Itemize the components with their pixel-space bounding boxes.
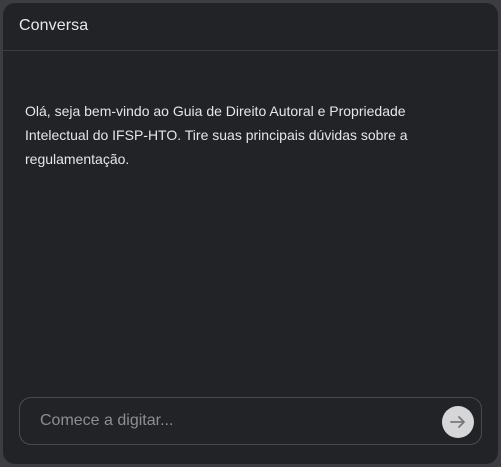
- arrow-right-icon: [448, 412, 468, 432]
- welcome-message: Olá, seja bem-vindo ao Guia de Direito A…: [25, 103, 408, 167]
- chat-title: Conversa: [19, 17, 89, 34]
- message-input[interactable]: [40, 398, 420, 444]
- chat-panel: Conversa Olá, seja bem-vindo ao Guia de …: [3, 3, 498, 464]
- chat-header: Conversa: [3, 3, 498, 51]
- message-list: Olá, seja bem-vindo ao Guia de Direito A…: [3, 51, 498, 391]
- message-composer: [19, 397, 482, 445]
- send-button[interactable]: [442, 406, 474, 438]
